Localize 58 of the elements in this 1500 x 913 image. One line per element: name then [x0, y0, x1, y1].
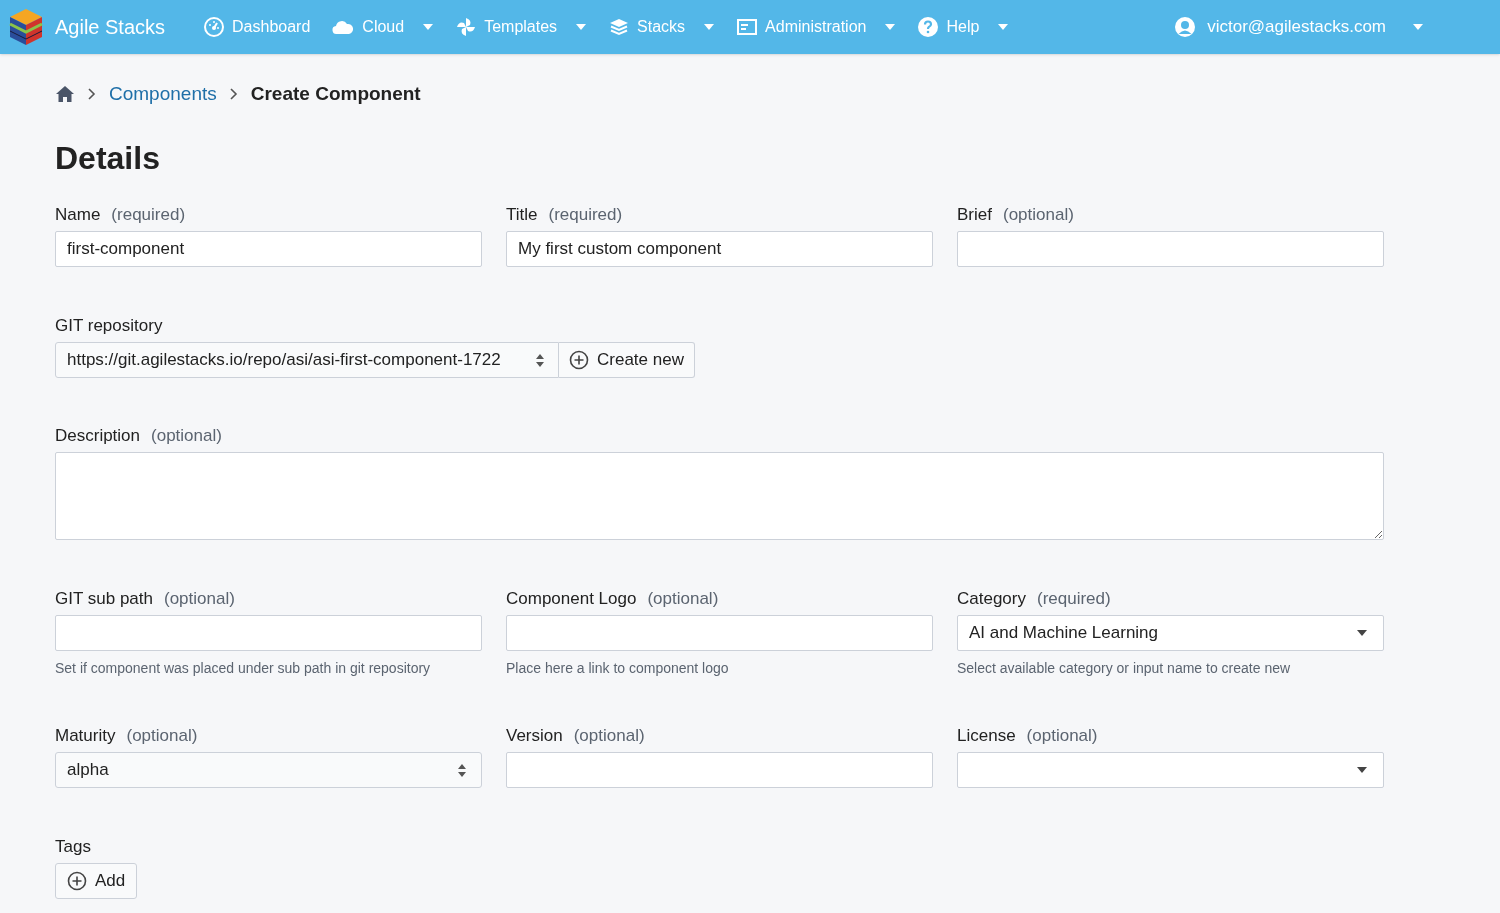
field-hint: Set if component was placed under sub path in git repository — [55, 659, 432, 678]
field-qualifier: (required) — [548, 204, 623, 226]
up-down-arrows-icon — [535, 352, 545, 368]
add-tag-button[interactable]: Add — [55, 863, 138, 899]
description-textarea[interactable] — [55, 452, 1384, 540]
text-input[interactable] — [957, 231, 1384, 267]
caret-down-icon — [1356, 629, 1368, 637]
field-label: License — [957, 725, 1016, 747]
field-label: Description — [55, 425, 141, 447]
user-icon — [1175, 17, 1196, 37]
breadcrumb-current: Create Component — [250, 81, 421, 106]
field-label: GIT repository — [55, 315, 163, 337]
field-label: Component Logo — [506, 588, 637, 610]
help-icon — [918, 17, 939, 37]
gauge-icon — [204, 17, 225, 37]
page-heading: Details — [55, 142, 161, 174]
text-input[interactable] — [506, 752, 933, 788]
field-label: Name — [55, 204, 101, 226]
caret-down-icon — [1356, 766, 1368, 774]
home-icon — [55, 85, 75, 103]
chevron-right-icon — [88, 88, 96, 100]
field-label: Brief — [957, 204, 992, 226]
up-down-arrows-icon — [457, 762, 467, 778]
select-field[interactable]: https://git.agilestacks.io/repo/asi/asi-first-component-1722 — [55, 342, 559, 378]
field-qualifier: (optional) — [573, 725, 645, 747]
field-qualifier: (optional) — [151, 425, 222, 447]
plus-circle-icon — [67, 871, 87, 891]
field-qualifier: (required) — [111, 204, 186, 226]
chevron-right-icon — [229, 88, 238, 100]
cloud-icon — [332, 19, 355, 35]
stacked-cubes-logo — [8, 7, 44, 47]
pinwheel-icon — [456, 17, 477, 37]
field-label: Title — [506, 204, 538, 226]
field-label: Maturity — [55, 725, 116, 747]
field-qualifier: (optional) — [1026, 725, 1098, 747]
field-label: GIT sub path — [55, 588, 153, 610]
text-input[interactable]: first-component — [55, 231, 482, 267]
breadcrumb-link[interactable]: Components — [109, 79, 217, 109]
dropdown-select[interactable] — [957, 752, 1384, 788]
plus-circle-icon — [569, 350, 589, 370]
card-icon — [737, 19, 758, 35]
field-label: Tags — [55, 836, 91, 858]
field-qualifier: (optional) — [647, 588, 719, 610]
field-label: Version — [506, 725, 563, 747]
layers-icon — [609, 18, 630, 36]
field-qualifier: (required) — [1037, 588, 1111, 610]
text-input[interactable] — [55, 615, 482, 651]
field-qualifier: (optional) — [126, 725, 198, 747]
dropdown-select[interactable]: AI and Machine Learning — [957, 615, 1384, 651]
select-field[interactable]: alpha — [55, 752, 482, 788]
field-label: Category — [957, 588, 1026, 610]
field-hint: Place here a link to component logo — [506, 659, 730, 678]
text-input[interactable] — [506, 615, 933, 651]
create-new-button[interactable]: Create new — [559, 342, 695, 378]
field-qualifier: (optional) — [163, 588, 235, 610]
field-hint: Select available category or input name to create new — [957, 659, 1292, 678]
text-input[interactable]: My first custom component — [506, 231, 933, 267]
field-qualifier: (optional) — [1002, 204, 1074, 226]
